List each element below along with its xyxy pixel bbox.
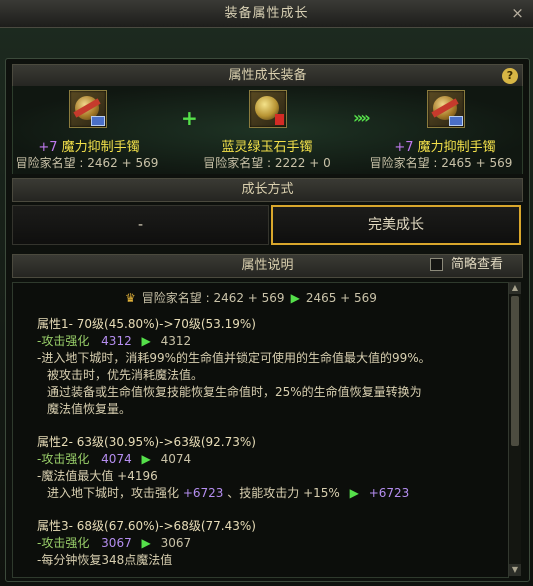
attr1-line: -进入地下城时，消耗99%的生命值并锁定可使用的生命值最大值的99%。 <box>37 351 431 365</box>
result-item-fame: 冒险家名望 : 2465 + 569 <box>369 156 513 170</box>
growth-section-header: 成长方式 <box>12 178 523 202</box>
attr2-title: 属性2- 63级(30.95%)->63级(92.73%) <box>37 435 256 449</box>
scroll-down-icon[interactable]: ▼ <box>509 564 521 576</box>
attr1-line: 魔法值恢复量。 <box>47 402 132 416</box>
source-item-fame: 冒险家名望 : 2462 + 569 <box>15 156 159 170</box>
result-item-name: +7 魔力抑制手镯 <box>394 140 496 155</box>
growth-option-none[interactable]: - <box>12 205 269 245</box>
attr1-title: 属性1- 70级(45.80%)->70级(53.19%) <box>37 317 256 331</box>
material-item-fame: 冒险家名望 : 2222 + 0 <box>203 156 331 170</box>
attr1-line: 被攻击时，优先消耗魔法值。 <box>47 368 204 382</box>
close-icon[interactable]: × <box>509 4 527 22</box>
plus-icon: + <box>181 106 198 130</box>
equip-section-title: 属性成长装备 <box>228 68 307 83</box>
equipment-growth-window: 装备属性成长 × 属性成长装备 ? +7 魔力抑制手镯 冒险家名望 : 2462… <box>0 0 533 586</box>
arrow-right-icon: ▶ <box>141 334 151 348</box>
window-title: 装备属性成长 <box>224 6 309 21</box>
growth-options: - 完美成长 <box>12 205 521 245</box>
result-item-slot[interactable] <box>427 90 465 128</box>
attr3-stat: -攻击强化 3067 ▶ 3067 <box>37 536 192 550</box>
equip-area: +7 魔力抑制手镯 冒险家名望 : 2462 + 569 + 蓝灵绿玉石手镯 冒… <box>12 86 523 174</box>
grade-badge-icon <box>91 116 105 126</box>
attr1-line: 通过装备或生命值恢复技能恢复生命值时，25%的生命值恢复量转换为 <box>47 385 422 399</box>
arrow-right-icon: ▶ <box>141 452 151 466</box>
crown-icon: ♛ <box>125 291 136 305</box>
scroll-thumb[interactable] <box>511 296 519 446</box>
chevron-right-icon: »» <box>353 108 371 127</box>
material-item-slot[interactable] <box>249 90 287 128</box>
desc-scrollbar[interactable]: ▲ ▼ <box>508 282 521 576</box>
help-icon[interactable]: ? <box>502 68 518 84</box>
desc-section-title: 属性说明 <box>241 258 294 273</box>
bound-mark-icon <box>275 114 284 125</box>
brief-view-label: 简略查看 <box>451 257 504 272</box>
growth-option-perfect[interactable]: 完美成长 <box>271 205 521 245</box>
attr3-title: 属性3- 68级(67.60%)->68级(77.43%) <box>37 519 256 533</box>
attr3-line: -每分钟恢复348点魔法值 <box>37 553 173 567</box>
grade-badge-icon <box>449 116 463 126</box>
arrow-right-icon: ▶ <box>141 536 151 550</box>
material-item-name: 蓝灵绿玉石手镯 <box>221 140 313 155</box>
growth-section-title: 成长方式 <box>241 182 294 197</box>
brief-view-checkbox[interactable] <box>430 258 443 271</box>
equip-section-header: 属性成长装备 ? <box>12 64 523 88</box>
attr1-stat: -攻击强化 4312 ▶ 4312 <box>37 334 192 348</box>
source-item-slot[interactable] <box>69 90 107 128</box>
attribute-description[interactable]: ♛ 冒险家名望 : 2462 + 569 ▶ 2465 + 569 属性1- 70级(… <box>12 282 509 578</box>
arrow-right-icon: ▶ <box>290 291 300 305</box>
brief-view-toggle[interactable]: 简略查看 <box>430 256 503 274</box>
source-item-name: +7 魔力抑制手镯 <box>38 140 140 155</box>
attr2-line: -魔法值最大值 +4196 <box>37 469 158 483</box>
arrow-right-icon: ▶ <box>349 486 359 500</box>
attr2-line: 进入地下城时，攻击强化 +6723 、技能攻击力 +15% ▶ +6723 <box>47 486 410 500</box>
window-titlebar: 装备属性成长 × <box>0 0 533 28</box>
fame-summary: ♛ 冒险家名望 : 2462 + 569 ▶ 2465 + 569 <box>125 291 377 305</box>
attr2-stat: -攻击强化 4074 ▶ 4074 <box>37 452 192 466</box>
scroll-up-icon[interactable]: ▲ <box>509 282 521 294</box>
